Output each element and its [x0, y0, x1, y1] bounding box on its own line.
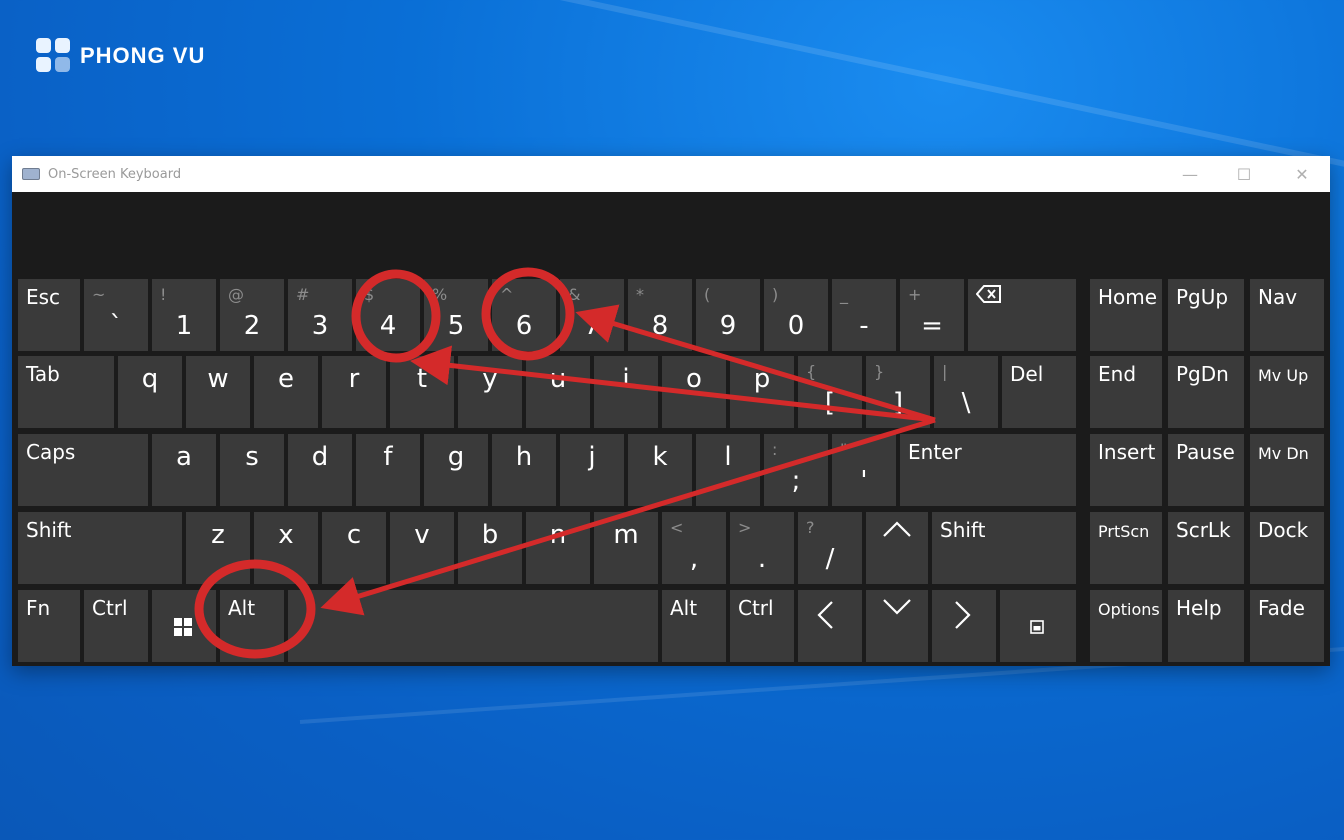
key-d[interactable]: d	[288, 434, 352, 506]
key-prtscn[interactable]: PrtScn	[1090, 512, 1162, 584]
key-a[interactable]: a	[152, 434, 216, 506]
key-z[interactable]: z	[186, 512, 250, 584]
key-pause[interactable]: Pause	[1168, 434, 1244, 506]
key-left-bracket[interactable]: {[	[798, 356, 862, 428]
key-nav[interactable]: Nav	[1250, 279, 1324, 351]
key-1[interactable]: ! 1	[152, 279, 216, 351]
key-alt-left[interactable]: Alt	[220, 590, 284, 662]
key-s[interactable]: s	[220, 434, 284, 506]
key-tab[interactable]: Tab	[18, 356, 114, 428]
key-esc[interactable]: Esc	[18, 279, 80, 351]
key-enter[interactable]: Enter	[900, 434, 1076, 506]
key-comma[interactable]: <,	[662, 512, 726, 584]
key-backslash[interactable]: | \	[934, 356, 998, 428]
key-ctrl-left[interactable]: Ctrl	[84, 590, 148, 662]
key-k[interactable]: k	[628, 434, 692, 506]
key-u[interactable]: u	[526, 356, 590, 428]
key-fn[interactable]: Fn	[18, 590, 80, 662]
key-equals[interactable]: + =	[900, 279, 964, 351]
key-backtick[interactable]: ~ `	[84, 279, 148, 351]
key-mv-up[interactable]: Mv Up	[1250, 356, 1324, 428]
key-4[interactable]: $4	[356, 279, 420, 351]
key-r[interactable]: r	[322, 356, 386, 428]
key-m[interactable]: m	[594, 512, 658, 584]
key-windows[interactable]	[152, 590, 216, 662]
key-q[interactable]: q	[118, 356, 182, 428]
key-slash[interactable]: ? /	[798, 512, 862, 584]
key-f[interactable]: f	[356, 434, 420, 506]
key-help[interactable]: Help	[1168, 590, 1244, 662]
key-e[interactable]: e	[254, 356, 318, 428]
key-mv-dn[interactable]: Mv Dn	[1250, 434, 1324, 506]
key-n[interactable]: n	[526, 512, 590, 584]
brand-logo: PHONG VU	[36, 38, 205, 74]
key-pgdn[interactable]: PgDn	[1168, 356, 1244, 428]
chevron-right-icon	[955, 601, 971, 629]
key-6[interactable]: ^ 6	[492, 279, 556, 351]
key-arrow-down[interactable]	[866, 590, 928, 662]
key-alt-right[interactable]: Alt	[662, 590, 726, 662]
key-space[interactable]	[288, 590, 658, 662]
key-home[interactable]: Home	[1090, 279, 1162, 351]
key-backspace[interactable]	[968, 279, 1076, 351]
chevron-up-icon	[883, 521, 911, 537]
key-fade[interactable]: Fade	[1250, 590, 1324, 662]
key-2[interactable]: @2	[220, 279, 284, 351]
minimize-button[interactable]: —	[1170, 156, 1210, 192]
chevron-left-icon	[817, 601, 833, 629]
key-9[interactable]: (9	[696, 279, 760, 351]
window-title: On-Screen Keyboard	[48, 166, 182, 182]
brand-name: PHONG VU	[80, 43, 206, 68]
key-options[interactable]: Options	[1090, 590, 1162, 662]
key-shift-left[interactable]: Shift	[18, 512, 182, 584]
key-c[interactable]: c	[322, 512, 386, 584]
key-b[interactable]: b	[458, 512, 522, 584]
key-caps[interactable]: Caps	[18, 434, 148, 506]
key-h[interactable]: h	[492, 434, 556, 506]
key-ctrl-right[interactable]: Ctrl	[730, 590, 794, 662]
key-shift-right[interactable]: Shift	[932, 512, 1076, 584]
key-g[interactable]: g	[424, 434, 488, 506]
chevron-down-icon	[883, 599, 911, 615]
key-semicolon[interactable]: :;	[764, 434, 828, 506]
maximize-button[interactable]: ☐	[1224, 156, 1264, 192]
key-l[interactable]: l	[696, 434, 760, 506]
key-quote[interactable]: " '	[832, 434, 896, 506]
key-8[interactable]: * 8	[628, 279, 692, 351]
key-del[interactable]: Del	[1002, 356, 1076, 428]
key-y[interactable]: y	[458, 356, 522, 428]
key-x[interactable]: x	[254, 512, 318, 584]
window-titlebar[interactable]: On-Screen Keyboard — ☐ ✕	[12, 156, 1330, 192]
key-v[interactable]: v	[390, 512, 454, 584]
key-menu[interactable]	[1000, 590, 1076, 662]
key-t[interactable]: t	[390, 356, 454, 428]
key-w[interactable]: w	[186, 356, 250, 428]
key-scrlk[interactable]: ScrLk	[1168, 512, 1244, 584]
key-pgup[interactable]: PgUp	[1168, 279, 1244, 351]
key-o[interactable]: o	[662, 356, 726, 428]
key-period[interactable]: >.	[730, 512, 794, 584]
brand-mark-icon	[36, 38, 72, 74]
key-j[interactable]: j	[560, 434, 624, 506]
key-arrow-up[interactable]	[866, 512, 928, 584]
key-arrow-right[interactable]	[932, 590, 996, 662]
key-arrow-left[interactable]	[798, 590, 862, 662]
key-insert[interactable]: Insert	[1090, 434, 1162, 506]
windows-logo-icon	[174, 618, 192, 636]
key-7[interactable]: & 7	[560, 279, 624, 351]
key-minus[interactable]: _ -	[832, 279, 896, 351]
context-menu-icon	[1030, 620, 1044, 634]
key-p[interactable]: p	[730, 356, 794, 428]
key-right-bracket[interactable]: }]	[866, 356, 930, 428]
key-0[interactable]: ) 0	[764, 279, 828, 351]
keyboard-icon	[22, 168, 40, 180]
key-end[interactable]: End	[1090, 356, 1162, 428]
backspace-icon	[976, 285, 1001, 303]
key-dock[interactable]: Dock	[1250, 512, 1324, 584]
key-3[interactable]: #3	[288, 279, 352, 351]
on-screen-keyboard-window: On-Screen Keyboard — ☐ ✕ Esc ~ ` ! 1 @2 #3…	[12, 156, 1330, 666]
key-5[interactable]: % 5	[424, 279, 488, 351]
key-i[interactable]: i	[594, 356, 658, 428]
close-button[interactable]: ✕	[1282, 156, 1322, 192]
